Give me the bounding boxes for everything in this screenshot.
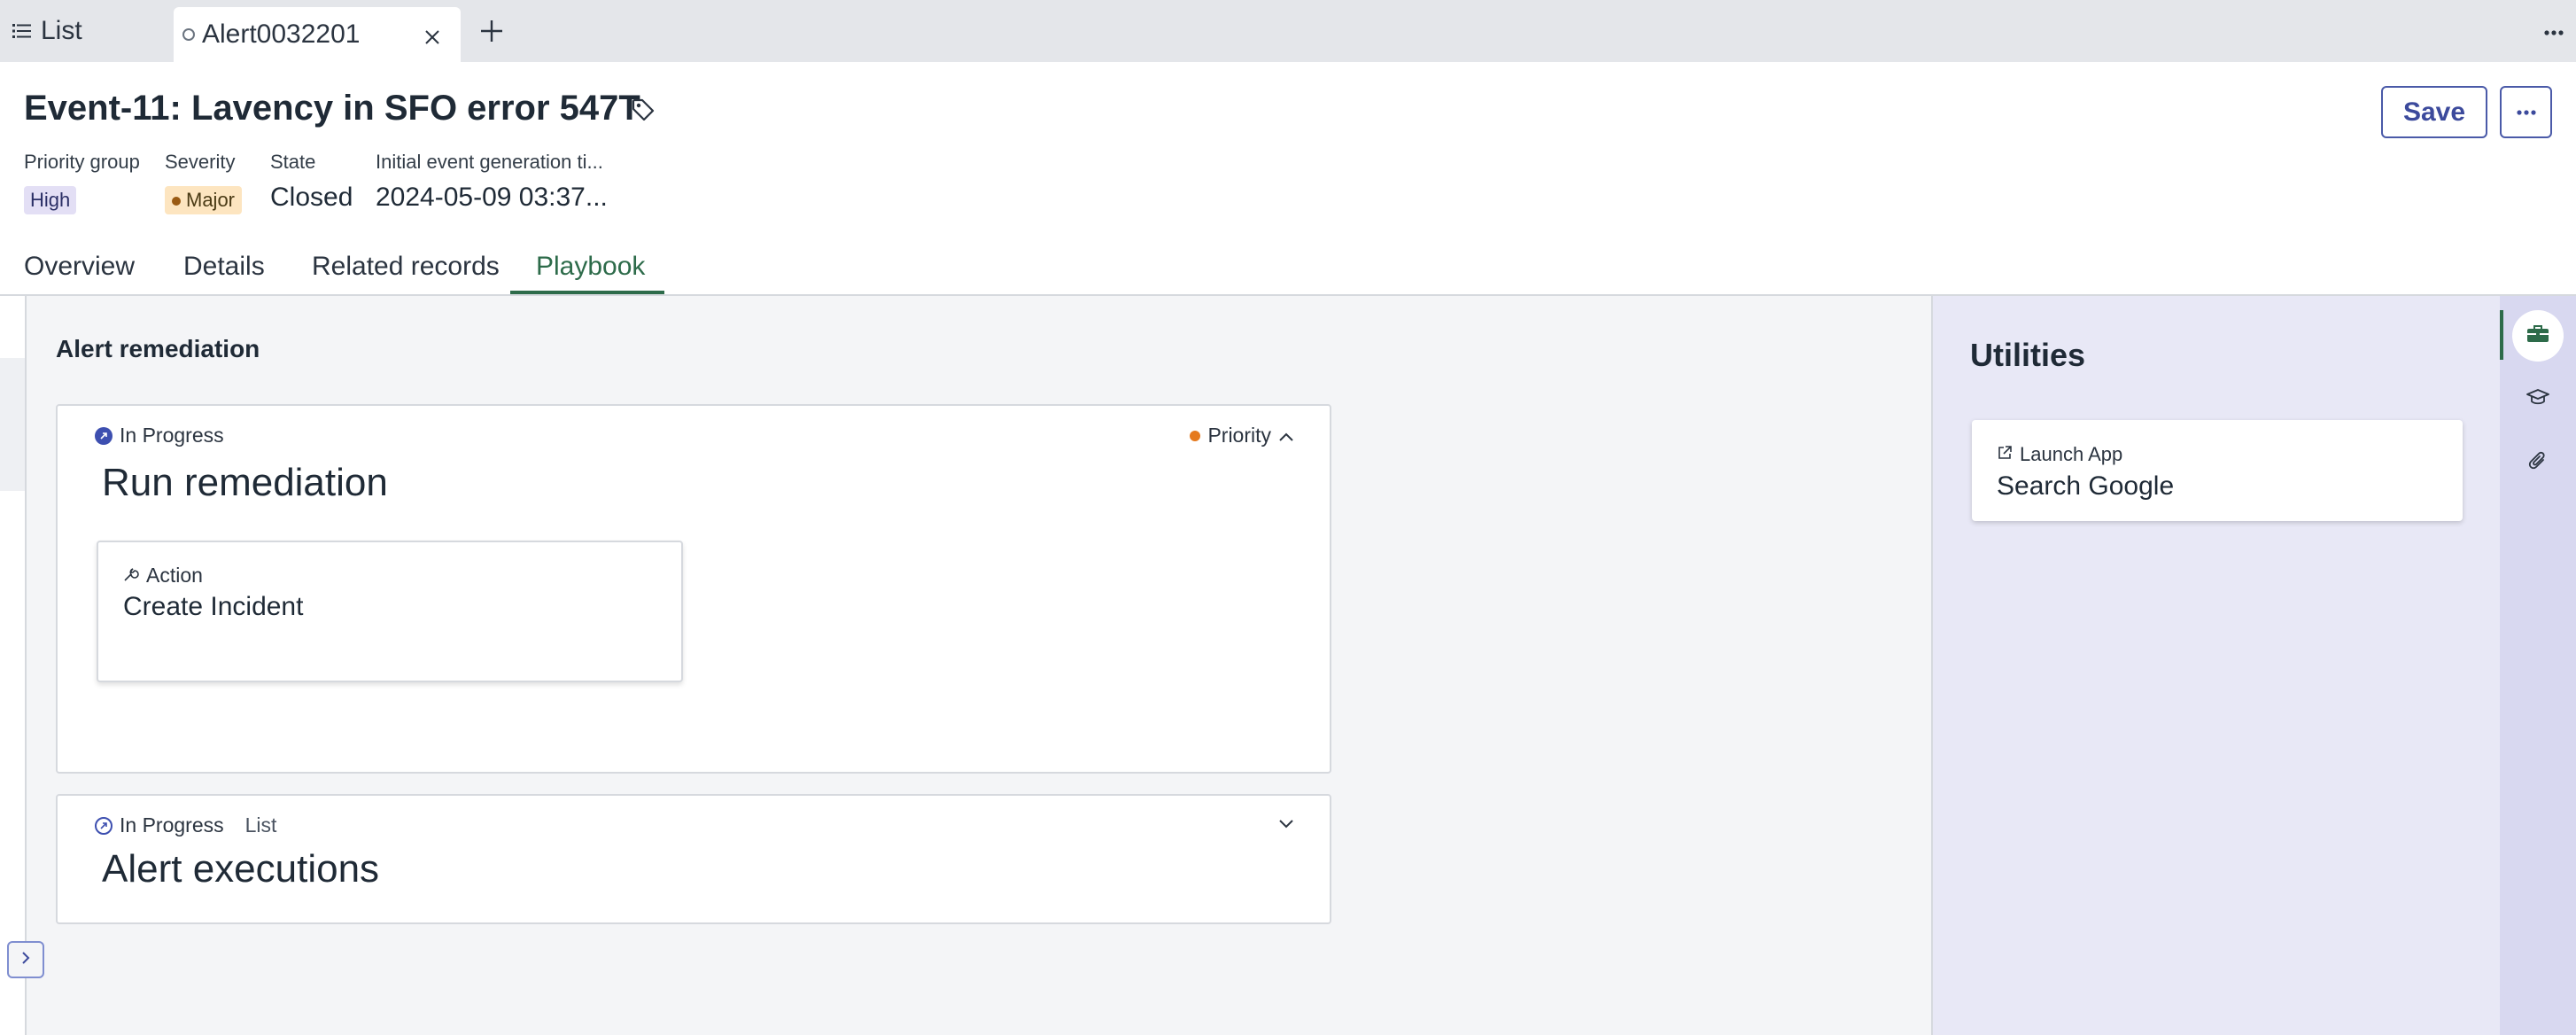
wrench-icon [123,564,139,588]
action-name: Create Incident [123,592,304,621]
remediation-card: In Progress Priority Run remediation Act… [56,404,1331,774]
header-more-button[interactable] [2500,86,2552,138]
page-title: Event-11: Lavency in SFO error 547T [24,89,640,128]
card-type-label: List [244,813,277,837]
close-icon[interactable] [423,23,441,53]
external-link-icon [1997,443,2013,466]
initial-time-value: 2024-05-09 03:37... [376,183,608,212]
plus-icon[interactable] [478,18,505,49]
priority-toggle[interactable]: Priority [1190,424,1294,447]
status-label: In Progress [95,424,224,447]
status-text: In Progress [120,424,224,447]
chevron-up-icon [1278,424,1294,447]
tab-list-label: List [41,16,82,45]
utilities-rail-button[interactable] [2512,310,2564,362]
in-progress-icon [95,816,113,835]
left-rail [0,296,27,1035]
utilities-panel: Utilities Launch App Search Google [1931,296,2500,1035]
chevron-down-icon[interactable] [1278,817,1294,833]
list-icon [12,23,32,39]
tab-related-records[interactable]: Related records [312,252,500,282]
save-button[interactable]: Save [2381,86,2487,138]
graduation-cap-icon [2526,388,2549,412]
utility-kind-label: Launch App [2020,443,2123,465]
field-label: Initial event generation ti... [376,151,603,173]
utility-launch-app[interactable]: Launch App Search Google [1972,420,2463,521]
status-text: In Progress [120,813,224,837]
severity-badge: Major [165,186,243,214]
executions-card: In Progress List Alert executions [56,794,1331,924]
utility-kind: Launch App [1997,443,2122,466]
tab-playbook[interactable]: Playbook [536,252,645,282]
expand-panel-button[interactable] [7,941,44,978]
chevron-right-icon [20,951,31,969]
tab-list[interactable]: List [12,0,82,62]
attachments-rail-button[interactable] [2512,438,2564,489]
tab-alert[interactable]: Alert0032201 [174,7,461,62]
action-kind-label: Action [146,564,203,587]
tab-loading-icon [182,28,195,41]
card-title: Alert executions [102,847,380,891]
more-horizontal-icon[interactable] [2544,25,2564,41]
field-severity: Severity Major [165,151,243,214]
field-label: Severity [165,151,236,173]
field-initial-time: Initial event generation ti... 2024-05-0… [376,151,608,213]
tab-bar: List Alert0032201 [0,0,2576,62]
active-tab-indicator [510,291,664,294]
priority-badge: High [24,186,77,214]
field-state: State Closed [270,151,353,213]
field-label: Priority group [24,151,140,173]
tag-icon[interactable] [631,97,656,127]
field-label: State [270,151,316,173]
more-horizontal-icon [2516,105,2536,121]
toolbox-icon [2526,324,2549,348]
utilities-title: Utilities [1970,337,2086,373]
status-label: In Progress List [95,813,276,837]
section-title: Alert remediation [56,335,260,362]
priority-dot [1190,430,1201,441]
record-tabs: Overview Details Related records Playboo… [0,239,2576,296]
tab-overview[interactable]: Overview [24,252,135,282]
field-priority-group: Priority group High [24,151,140,214]
active-rail-indicator [2500,310,2503,360]
utility-name: Search Google [1997,471,2175,501]
severity-value: Major [186,189,236,211]
tab-details[interactable]: Details [183,252,265,282]
learning-rail-button[interactable] [2512,374,2564,425]
action-card[interactable]: Action Create Incident [97,541,683,682]
in-progress-icon [95,426,113,445]
tab-alert-label: Alert0032201 [202,19,361,49]
paperclip-icon [2528,450,2548,478]
state-value: Closed [270,183,353,212]
priority-label: Priority [1207,424,1271,447]
card-title: Run remediation [102,461,388,504]
side-rail [2500,296,2576,1035]
action-kind: Action [123,564,203,588]
